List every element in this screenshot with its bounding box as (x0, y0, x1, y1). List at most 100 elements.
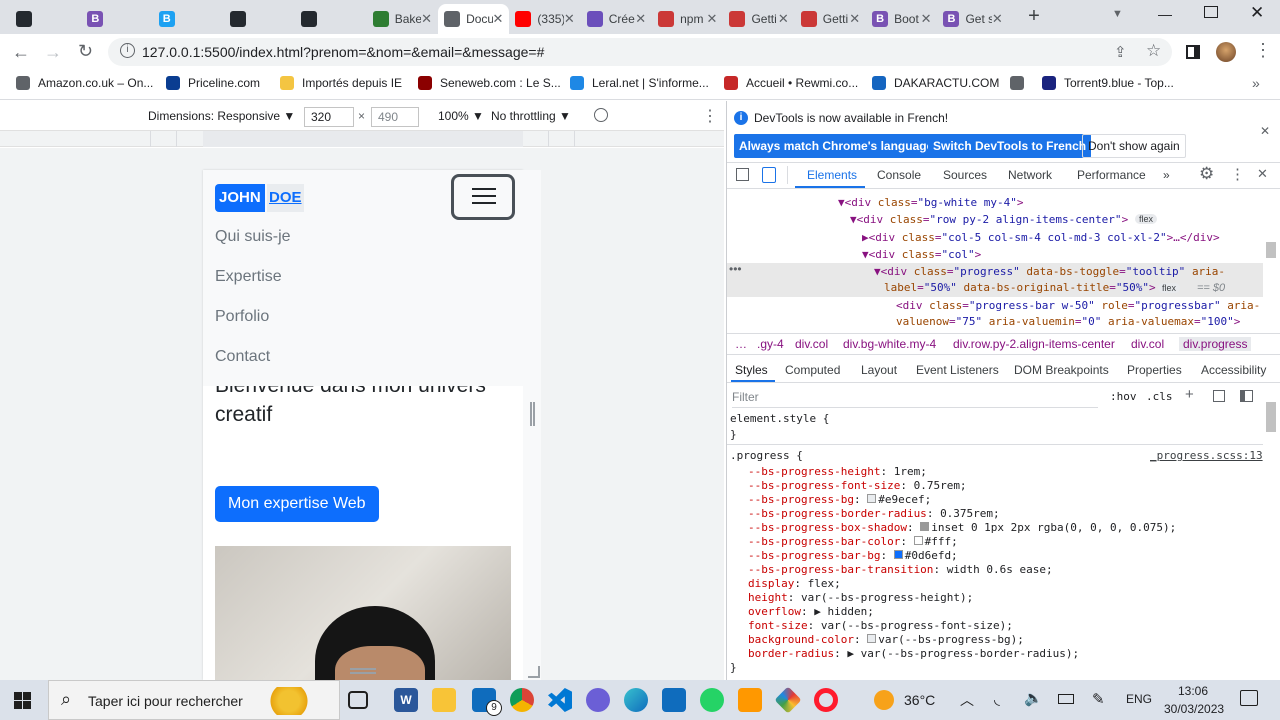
bookmark-item[interactable]: Leral.net | S'informe... (570, 76, 709, 90)
css-declaration[interactable]: --bs-progress-font-size: 0.75rem; (748, 479, 967, 492)
device-resize-handle[interactable] (523, 170, 541, 680)
volume-icon[interactable]: 🔈 (1024, 689, 1043, 707)
cls-toggle[interactable]: .cls (1146, 390, 1173, 403)
dom-line-selected[interactable]: label="50%" data-bs-original-title="50%"… (884, 281, 1156, 294)
css-property[interactable]: display (748, 577, 794, 590)
dom-line-selected[interactable]: ▼<div class="progress" data-bs-toggle="t… (874, 265, 1225, 278)
new-rule-icon[interactable]: + (1185, 386, 1194, 403)
expertise-button[interactable]: Mon expertise Web (215, 486, 379, 522)
brand-last-name[interactable]: DOE (267, 184, 304, 212)
bookmark-item[interactable]: Accueil • Rewmi.co... (724, 76, 858, 90)
word-icon[interactable]: W (394, 688, 418, 712)
css-property[interactable]: --bs-progress-border-radius (748, 507, 927, 520)
devtools-close-icon[interactable]: ✕ (1257, 166, 1268, 182)
css-declaration[interactable]: --bs-progress-box-shadow: inset 0 1px 2p… (748, 521, 1176, 534)
media-query-ruler[interactable] (0, 131, 724, 147)
css-property[interactable]: --bs-progress-height (748, 465, 880, 478)
address-bar[interactable]: i 127.0.0.1:5500/index.html?prenom=&nom=… (108, 38, 1172, 66)
weather-temp[interactable]: 36°C (904, 692, 935, 708)
nav-link-expertise[interactable]: Expertise (215, 268, 282, 286)
dont-show-button[interactable]: Don't show again (1082, 134, 1186, 158)
css-property[interactable]: --bs-progress-bar-bg (748, 549, 880, 562)
flex-badge[interactable]: flex (1135, 214, 1158, 224)
tab-close-icon[interactable]: ✕ (849, 11, 860, 27)
throttle-select[interactable]: No throttling ▼ (491, 109, 571, 123)
css-value[interactable]: 0.75rem; (914, 479, 967, 492)
styles-subtab[interactable]: Accessibility (1201, 363, 1266, 377)
device-menu-icon[interactable]: ⋮ (702, 106, 718, 126)
match-language-button[interactable]: Always match Chrome's language (734, 134, 939, 158)
navbar-toggler-button[interactable] (451, 174, 515, 220)
browser-tab[interactable]: B Get s ✕ (937, 4, 1008, 34)
css-value[interactable]: flex; (808, 577, 841, 590)
breadcrumb-item[interactable]: .gy-4 (757, 337, 784, 351)
styles-subtab[interactable]: Styles (735, 363, 768, 377)
css-property[interactable]: --bs-progress-bar-color (748, 535, 900, 548)
nav-link-portfolio[interactable]: Porfolio (215, 308, 269, 326)
devtools-menu-icon[interactable]: ⋮ (1230, 165, 1245, 183)
css-value[interactable]: #e9ecef; (878, 493, 931, 506)
bookmark-item[interactable]: Torrent9.blue - Top... (1042, 76, 1174, 90)
bookmark-item[interactable] (1010, 76, 1032, 90)
browser-tab[interactable]: B (81, 4, 152, 34)
css-declaration[interactable]: height: var(--bs-progress-height); (748, 591, 973, 604)
color-swatch-icon[interactable] (920, 522, 930, 531)
more-bookmarks-icon[interactable]: » (1252, 75, 1260, 91)
corner-resize-handle[interactable] (528, 666, 540, 678)
restore-button[interactable] (1204, 6, 1218, 18)
css-declaration[interactable]: --bs-progress-height: 1rem; (748, 465, 927, 478)
breadcrumb-item[interactable]: div.col (795, 337, 828, 351)
browser-tab[interactable] (10, 4, 81, 34)
css-declaration[interactable]: --bs-progress-bar-transition: width 0.6s… (748, 563, 1053, 576)
css-value[interactable]: 1rem; (894, 465, 927, 478)
windows-start-icon[interactable] (14, 692, 31, 709)
back-icon[interactable]: ← (12, 42, 30, 63)
browser-tab[interactable]: Getti ✕ (795, 4, 866, 34)
sublime-icon[interactable] (738, 688, 762, 712)
css-property[interactable]: --bs-progress-bar-transition (748, 563, 933, 576)
inspect-icon[interactable] (736, 168, 749, 181)
flex-badge[interactable]: flex (1158, 283, 1181, 293)
hov-toggle[interactable]: :hov (1110, 390, 1137, 403)
search-highlight-icon[interactable] (267, 687, 311, 715)
battery-icon[interactable] (1058, 694, 1074, 704)
styles-subtab[interactable]: Event Listeners (916, 363, 999, 377)
css-declaration[interactable]: font-size: var(--bs-progress-font-size); (748, 619, 1013, 632)
weather-icon[interactable] (874, 690, 894, 710)
css-declaration[interactable]: --bs-progress-bar-color: #fff; (748, 535, 958, 548)
tray-chevron-icon[interactable]: ︿ (960, 690, 974, 710)
tab-close-icon[interactable]: ✕ (921, 11, 932, 27)
bookmark-item[interactable]: Amazon.co.uk – On... (16, 76, 153, 90)
css-value[interactable]: inset 0 1px 2px rgba(0, 0, 0, 0.075); (931, 521, 1176, 534)
pen-icon[interactable]: ✎ (1092, 690, 1105, 708)
rotate-icon[interactable] (594, 108, 608, 122)
taskbar-search-box[interactable]: ⌕ Taper ici pour rechercher (48, 680, 340, 720)
breadcrumb-item[interactable]: div.col (1131, 337, 1164, 351)
tab-search-icon[interactable]: ▼ (1112, 8, 1123, 20)
css-value[interactable]: ▶ hidden; (814, 605, 874, 618)
reload-icon[interactable]: ↻ (78, 41, 93, 62)
dom-line[interactable]: ▶<div class="col-5 col-sm-4 col-md-3 col… (862, 231, 1220, 244)
device-toggle-icon[interactable] (762, 167, 776, 183)
dom-line[interactable]: <div class="progress-bar w-50" role="pro… (896, 299, 1260, 312)
notifications-icon[interactable] (1240, 690, 1258, 706)
breadcrumb-item[interactable]: div.row.py-2.align-items-center (953, 337, 1115, 351)
sidebar-toggle-icon[interactable] (1240, 390, 1253, 402)
store-icon[interactable] (662, 688, 686, 712)
css-property[interactable]: border-radius (748, 647, 834, 660)
task-view-icon[interactable] (348, 691, 368, 709)
devtools-tab[interactable]: Performance (1077, 168, 1146, 182)
avatar[interactable] (1216, 42, 1236, 62)
rule-source-link[interactable]: _progress.scss:13 (1150, 449, 1263, 462)
whatsapp-icon[interactable] (700, 688, 724, 712)
filter-input[interactable]: Filter (732, 390, 1098, 408)
menu-icon[interactable]: ⋮ (1254, 40, 1272, 61)
taskbar-search-placeholder[interactable]: Taper ici pour rechercher (88, 693, 243, 709)
tab-close-icon[interactable]: ✕ (635, 11, 646, 27)
dom-scrollbar[interactable] (1266, 242, 1276, 258)
tab-close-icon[interactable]: ✕ (707, 11, 718, 27)
banner-close-icon[interactable]: ✕ (1260, 124, 1270, 138)
css-value[interactable]: 0.375rem; (940, 507, 1000, 520)
css-declaration[interactable]: background-color: var(--bs-progress-bg); (748, 633, 1024, 646)
computed-toggle-icon[interactable] (1213, 390, 1225, 402)
